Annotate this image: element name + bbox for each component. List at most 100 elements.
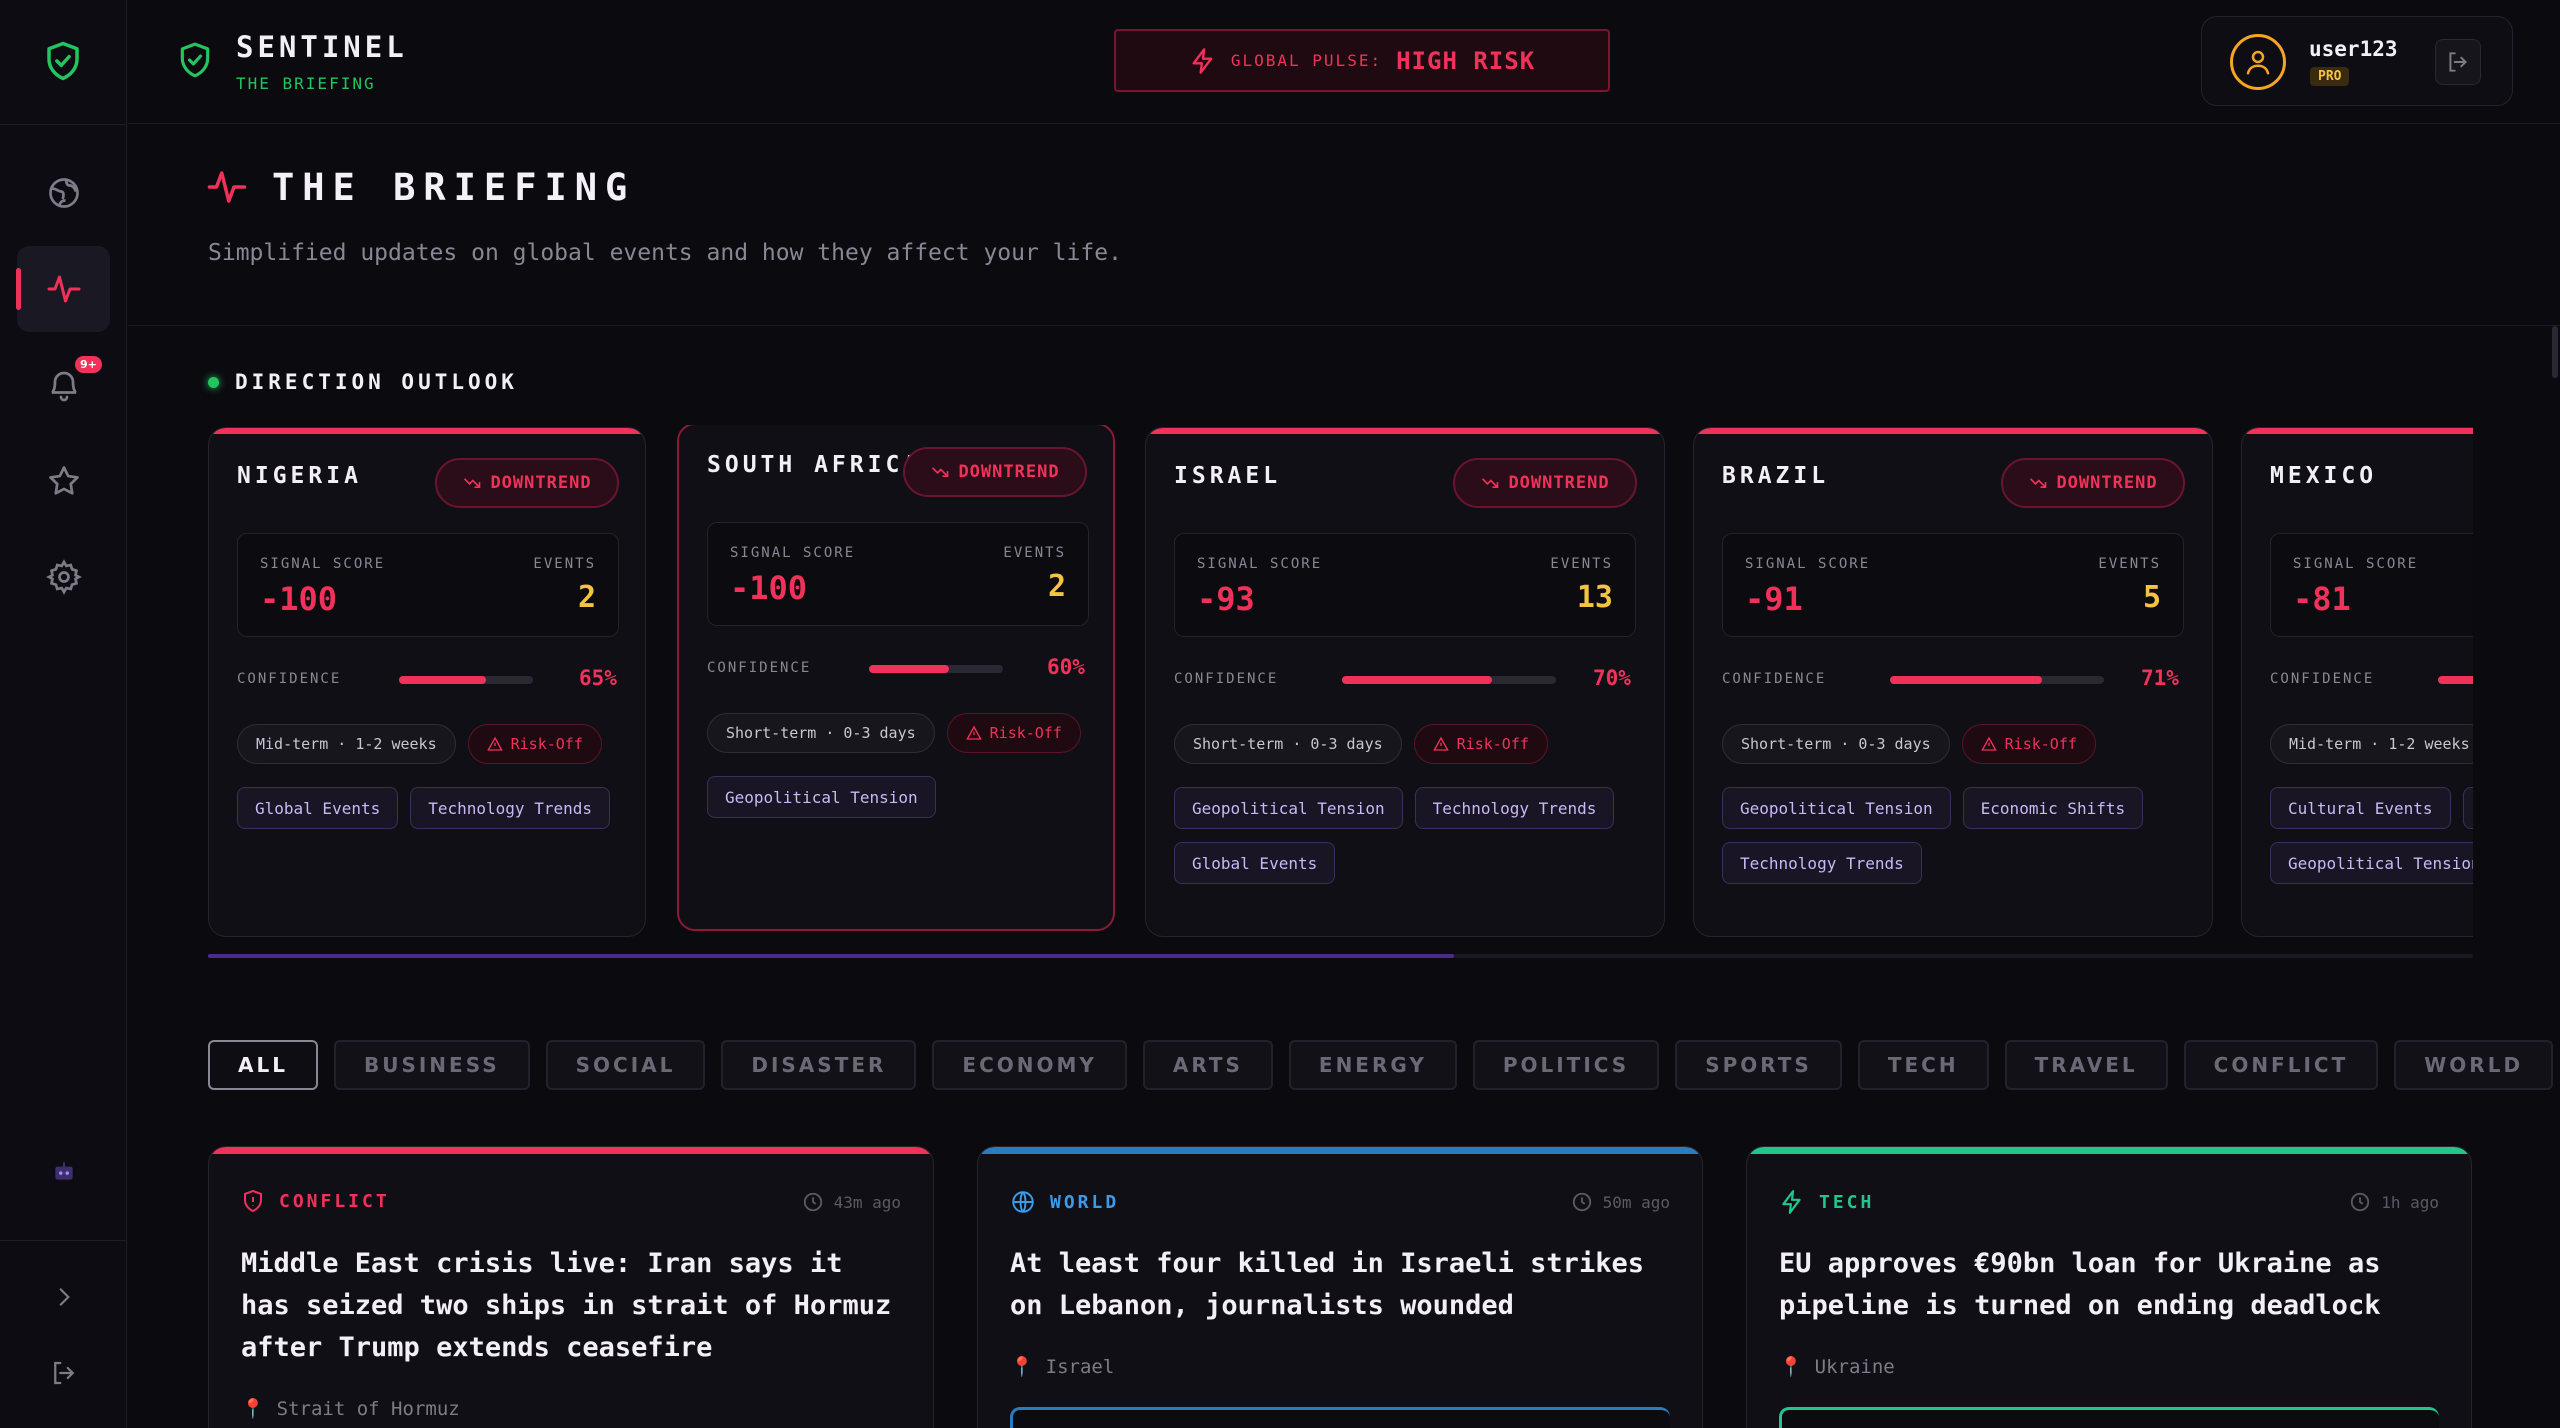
- confidence-label: CONFIDENCE: [707, 660, 812, 676]
- tag[interactable]: Technology Trends: [1414, 787, 1615, 829]
- sidebar-item-briefing[interactable]: [16, 246, 110, 332]
- country-card-israel[interactable]: ISRAEL DOWNTREND SIGNAL SCORE -93 EVENTS…: [1145, 427, 1665, 937]
- sidebar-item-globe[interactable]: [17, 150, 110, 236]
- filter-all[interactable]: ALL: [208, 1040, 318, 1090]
- country-card-nigeria[interactable]: NIGERIA DOWNTREND SIGNAL SCORE -100 EVEN…: [208, 427, 646, 937]
- filter-tech[interactable]: TECH: [1857, 1040, 1989, 1090]
- filter-world[interactable]: WORLD: [2394, 1040, 2554, 1090]
- tag[interactable]: Geopolitical Tension: [2270, 842, 2473, 884]
- avatar[interactable]: [2230, 34, 2286, 90]
- lightning-icon: [1782, 1190, 1801, 1214]
- pill-row: Short-term · 0-3 days Risk-Off: [1174, 724, 1548, 764]
- trend-badge: DOWNTREND: [1453, 458, 1637, 508]
- sidebar-logout-button[interactable]: [17, 1330, 110, 1416]
- news-title[interactable]: At least four killed in Israeli strikes …: [1010, 1243, 1670, 1327]
- tag[interactable]: Geopolitical Tension: [707, 776, 936, 818]
- shield-check-icon[interactable]: [42, 40, 84, 82]
- tag[interactable]: Geopolitical Tension: [1174, 787, 1403, 829]
- tag[interactable]: Cultural Events: [2270, 787, 2451, 829]
- warning-icon: [486, 736, 503, 751]
- confidence-value: 70%: [1593, 666, 1631, 690]
- country-card-brazil[interactable]: BRAZIL DOWNTREND SIGNAL SCORE -91 EVENTS…: [1693, 427, 2213, 937]
- filter-travel[interactable]: TRAVEL: [2004, 1040, 2168, 1090]
- country-card-mexico[interactable]: MEXICO SIGNAL SCORE -81 CONFIDENCE Mid-t…: [2241, 427, 2473, 937]
- pin-icon: 📍: [241, 1398, 265, 1420]
- category-accent-bar: [1747, 1147, 2471, 1154]
- notification-badge: 9+: [73, 354, 104, 375]
- filter-economy[interactable]: ECONOMY: [932, 1040, 1127, 1090]
- sidebar-expand-button[interactable]: [17, 1252, 110, 1342]
- carousel-scroll-thumb[interactable]: [208, 954, 1454, 958]
- tag-row: Global Events: [1174, 842, 1336, 884]
- tag[interactable]: [2462, 787, 2473, 829]
- news-time: 43m ago: [802, 1191, 901, 1213]
- filter-sports[interactable]: SPORTS: [1675, 1040, 1842, 1090]
- confidence-bar: [2438, 676, 2473, 684]
- news-card[interactable]: WORLD 50m ago At least four killed in Is…: [977, 1146, 1703, 1428]
- pill-row: Mid-term · 1-2 weeks: [2270, 724, 2473, 764]
- news-location: 📍 Strait of Hormuz: [241, 1397, 460, 1421]
- confidence-bar: [869, 665, 1003, 673]
- filter-disaster[interactable]: DISASTER: [721, 1040, 917, 1090]
- filter-business[interactable]: BUSINESS: [333, 1040, 530, 1090]
- tag-row: Global Events Technology Trends: [237, 787, 610, 829]
- news-card[interactable]: TECH 1h ago EU approves €90bn loan for U…: [1746, 1146, 2472, 1428]
- term-pill: Mid-term · 1-2 weeks: [237, 724, 456, 764]
- filter-social[interactable]: SOCIAL: [545, 1040, 706, 1090]
- sidebar-item-settings[interactable]: [17, 534, 110, 620]
- filter-arts[interactable]: ARTS: [1142, 1040, 1273, 1090]
- news-title[interactable]: Middle East crisis live: Iran says it ha…: [241, 1243, 901, 1369]
- tag[interactable]: Global Events: [237, 787, 399, 829]
- tag[interactable]: Geopolitical Tension: [1722, 787, 1951, 829]
- pulse-value: HIGH RISK: [1396, 46, 1536, 75]
- page-title: THE BRIEFING: [272, 166, 636, 209]
- risk-pill: Risk-Off: [1961, 724, 2096, 764]
- country-card-south-africa[interactable]: SOUTH AFRICA DOWNTREND SIGNAL SCORE -100…: [677, 425, 1115, 931]
- signal-score-value: -93: [1197, 580, 1255, 618]
- page-scrollbar[interactable]: [2552, 326, 2558, 378]
- sidebar-divider-bottom: [0, 1240, 127, 1241]
- logout-button[interactable]: [2435, 39, 2481, 85]
- filter-conflict[interactable]: CONFLICT: [2183, 1040, 2379, 1090]
- page-subtitle: Simplified updates on global events and …: [208, 240, 1122, 266]
- warning-icon: [1980, 736, 1997, 751]
- signal-score-value: -100: [730, 569, 808, 607]
- tag[interactable]: Technology Trends: [1722, 842, 1922, 884]
- filter-energy[interactable]: ENERGY: [1288, 1040, 1457, 1090]
- news-category: TECH: [1779, 1189, 1874, 1215]
- tag[interactable]: Technology Trends: [410, 787, 610, 829]
- clock-icon: [1572, 1192, 1591, 1212]
- confidence-value: 65%: [579, 666, 617, 690]
- events-value: 2: [1047, 569, 1066, 604]
- tag-row: Geopolitical Tension Technology Trends: [1174, 787, 1615, 829]
- sidebar-item-favorites[interactable]: [17, 438, 110, 524]
- warning-icon: [1432, 736, 1449, 751]
- status-dot: [208, 376, 219, 388]
- sidebar-divider: [0, 124, 127, 125]
- global-pulse-indicator: GLOBAL PULSE: HIGH RISK: [1114, 29, 1610, 92]
- carousel-scrollbar[interactable]: [208, 954, 2473, 958]
- sidebar-item-notifications[interactable]: 9+: [17, 342, 110, 428]
- country-name: BRAZIL: [1722, 463, 1830, 489]
- page-header: THE BRIEFING Simplified updates on globa…: [128, 124, 2560, 326]
- trend-down-icon: [2030, 478, 2047, 488]
- confidence-bar: [1342, 676, 1556, 684]
- country-cards-carousel[interactable]: NIGERIA DOWNTREND SIGNAL SCORE -100 EVEN…: [208, 425, 2473, 940]
- events-label: EVENTS: [1003, 545, 1066, 561]
- sidebar-item-bot[interactable]: [17, 1128, 110, 1216]
- user-icon: [2246, 50, 2270, 75]
- top-bar: SENTINEL THE BRIEFING GLOBAL PULSE: HIGH…: [128, 0, 2560, 124]
- activity-icon: [47, 275, 80, 303]
- section-title-text: DIRECTION OUTLOOK: [235, 370, 518, 394]
- news-detail-panel: [1010, 1407, 1670, 1428]
- signal-score-label: SIGNAL SCORE: [260, 556, 386, 572]
- news-card[interactable]: CONFLICT 43m ago Middle East crisis live…: [208, 1146, 934, 1428]
- brand-name: SENTINEL: [236, 30, 408, 64]
- tag[interactable]: Global Events: [1174, 842, 1336, 884]
- tag[interactable]: Economic Shifts: [1962, 787, 2144, 829]
- news-title[interactable]: EU approves €90bn loan for Ukraine as pi…: [1779, 1243, 2439, 1327]
- signal-score-value: -81: [2293, 580, 2351, 618]
- confidence-value: 71%: [2141, 666, 2179, 690]
- filter-politics[interactable]: POLITICS: [1472, 1040, 1660, 1090]
- confidence-label: CONFIDENCE: [1174, 671, 1279, 687]
